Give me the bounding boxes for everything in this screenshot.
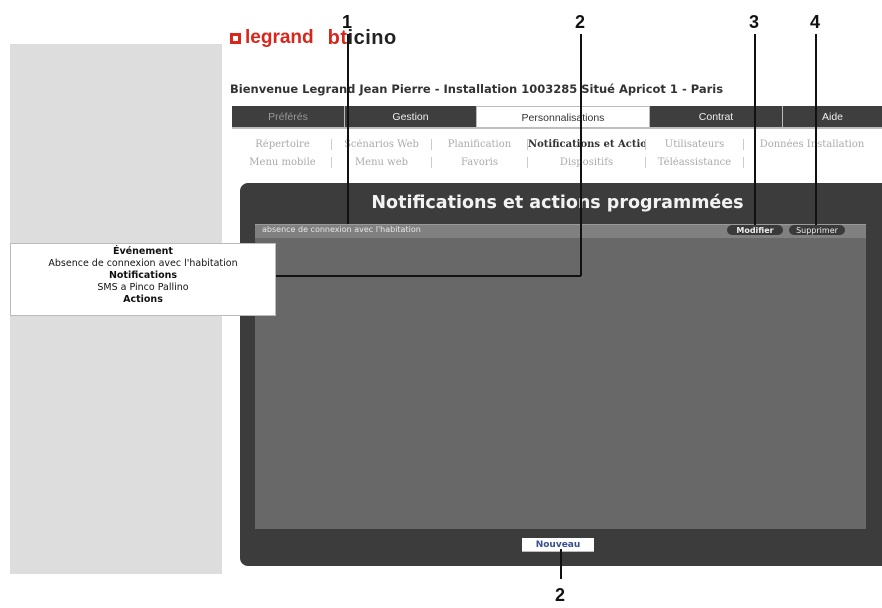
notifications-heading: Notifications — [108, 270, 178, 281]
subtab-utilisateurs[interactable]: Utilisateurs — [646, 139, 744, 150]
welcome-text: Bienvenue Legrand Jean Pierre - Installa… — [230, 82, 724, 96]
subtab-menu-mobile[interactable]: Menu mobile — [234, 157, 332, 168]
panel-title: Notifications et actions programmées — [371, 193, 744, 213]
tab-preferes[interactable]: Préférés — [232, 106, 344, 128]
callout-line-4 — [815, 34, 817, 225]
callout-line-5 — [560, 549, 562, 579]
notifications-value: SMS a Pinco Pallino — [97, 282, 189, 293]
legrand-logo-icon — [230, 32, 241, 44]
bticino-logo: bticino — [327, 26, 397, 49]
event-value: Absence de connexion avec l'habitation — [48, 258, 238, 269]
subtab-planification[interactable]: Planification — [432, 139, 528, 150]
legrand-logo: legrand — [230, 27, 314, 49]
tab-gestion[interactable]: Gestion — [344, 106, 476, 128]
event-heading: Événement — [113, 246, 173, 257]
new-button[interactable]: Nouveau — [522, 538, 594, 552]
tab-underline — [232, 127, 882, 129]
list-item-label: absence de connexion avec l'habitation — [262, 225, 421, 234]
subtab-repertoire[interactable]: Répertoire — [234, 139, 332, 150]
callout-number-5: 2 — [555, 585, 566, 605]
callout-number-3: 3 — [749, 12, 760, 32]
subtabs-row-2: Menu mobile Menu web Favoris Dispositifs… — [234, 157, 744, 168]
callout-line-1 — [347, 34, 349, 224]
callout-line-2-horizontal — [276, 275, 581, 277]
callout-number-4: 4 — [810, 12, 821, 32]
brand-logo: legrand bticino — [230, 27, 397, 49]
subtab-donnees-installation[interactable]: Données Installation — [744, 139, 880, 150]
details-tooltip: Événement Absence de connexion avec l'ha… — [10, 243, 276, 316]
tab-contrat[interactable]: Contrat — [650, 106, 782, 128]
subtab-dispositifs[interactable]: Dispositifs — [528, 157, 646, 168]
delete-button[interactable]: Supprimer — [789, 225, 845, 235]
tab-personnalisations[interactable]: Personnalisations — [476, 106, 650, 128]
subtab-notifications-actions[interactable]: Notifications et Actions — [528, 139, 646, 150]
callout-line-3 — [754, 34, 756, 225]
subtabs-row-1: Répertoire Scénarios Web Planification N… — [234, 139, 880, 150]
actions-heading: Actions — [123, 294, 163, 305]
main-tabs: Préférés Gestion Personnalisations Contr… — [232, 106, 882, 128]
legrand-wordmark: legrand — [245, 27, 314, 48]
subtab-teleassistance[interactable]: Téléassistance — [646, 157, 744, 168]
tab-aide[interactable]: Aide — [782, 106, 882, 128]
callout-line-2 — [580, 34, 582, 276]
callout-number-1: 1 — [342, 12, 353, 32]
notifications-list — [255, 224, 866, 529]
subtab-favoris[interactable]: Favoris — [432, 157, 528, 168]
callout-number-2: 2 — [575, 12, 586, 32]
modify-button[interactable]: Modifier — [727, 225, 783, 235]
